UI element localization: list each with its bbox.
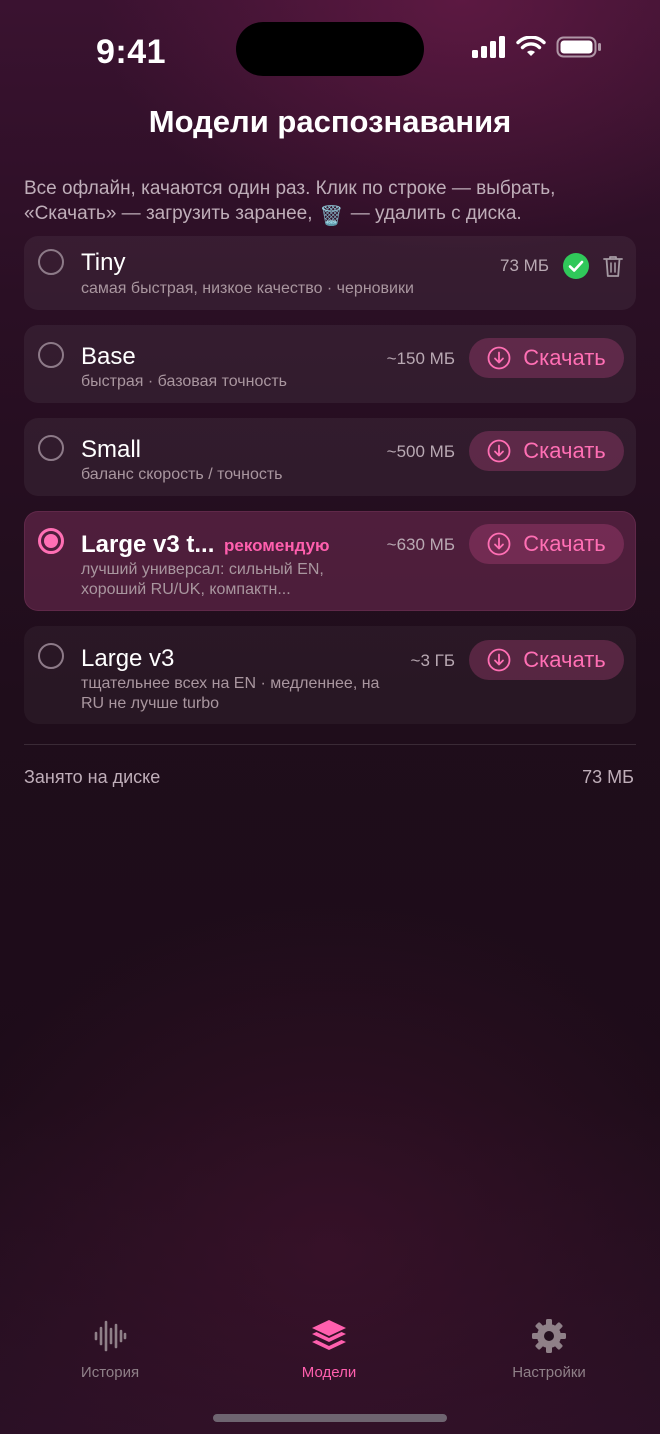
model-size: ~500 МБ [386, 442, 455, 461]
home-indicator [213, 1414, 447, 1422]
status-bar: 9:41 [0, 0, 660, 100]
download-icon [487, 648, 511, 672]
radio-base[interactable] [38, 342, 64, 368]
download-label: Скачать [523, 345, 606, 370]
model-size: 73 МБ [500, 256, 549, 275]
model-name: Large v3 t... [81, 531, 215, 558]
download-icon [487, 439, 511, 463]
dynamic-island [236, 22, 424, 76]
model-row-large-v3-turbo[interactable]: Large v3 t... рекомендую лучший универса… [24, 511, 636, 611]
divider [24, 744, 636, 745]
download-icon [487, 532, 511, 556]
download-label: Скачать [523, 647, 606, 672]
model-row-large-v3[interactable]: Large v3 тщательнее всех на EN · медленн… [24, 626, 636, 724]
model-name: Base [81, 343, 136, 370]
cellular-signal-icon [472, 36, 505, 58]
page-title: Модели распознавания [148, 104, 512, 139]
tab-label: История [80, 1364, 140, 1381]
model-size: ~630 МБ [386, 535, 455, 554]
intro-text-after: — удалить с диска. [350, 203, 522, 224]
wifi-icon [516, 36, 546, 56]
checkmark-circle-icon [563, 253, 589, 279]
model-desc: лучший универсал: сильный EN, хороший RU… [81, 561, 324, 598]
model-desc: баланс скорость / точность [81, 466, 283, 483]
disk-usage-label: Занято на диске [24, 767, 161, 787]
download-icon [487, 346, 511, 370]
download-button-base[interactable]: Скачать [469, 338, 624, 378]
model-name: Small [81, 436, 142, 463]
radio-small[interactable] [38, 435, 64, 461]
model-row-small[interactable]: Small баланс скорость / точность ~500 МБ… [24, 418, 636, 496]
radio-large-v3-turbo[interactable] [38, 528, 64, 554]
trash-emoji-icon: 🗑️ [319, 206, 344, 227]
tab-label: Модели [301, 1364, 357, 1381]
status-time: 9:41 [96, 33, 167, 71]
model-desc: самая быстрая, низкое качество · чернови… [81, 280, 414, 297]
model-row-tiny[interactable]: Tiny самая быстрая, низкое качество · че… [24, 236, 636, 310]
tab-history[interactable]: История [35, 1310, 185, 1381]
model-desc: быстрая · базовая точность [81, 373, 287, 390]
tab-models[interactable]: Модели [254, 1310, 404, 1381]
model-size: ~3 ГБ [410, 651, 455, 670]
tab-label: Настройки [512, 1364, 586, 1381]
download-button-large-v3-turbo[interactable]: Скачать [469, 524, 624, 564]
trash-icon[interactable] [602, 254, 624, 278]
model-name: Large v3 [81, 645, 175, 672]
layers-icon [312, 1320, 346, 1350]
download-label: Скачать [523, 438, 606, 463]
model-size: ~150 МБ [386, 349, 455, 368]
radio-tiny[interactable] [38, 249, 64, 275]
tab-settings[interactable]: Настройки [474, 1310, 624, 1381]
download-button-small[interactable]: Скачать [469, 431, 624, 471]
download-button-large-v3[interactable]: Скачать [469, 640, 624, 680]
battery-icon [556, 36, 601, 58]
intro-text: Все офлайн, качаются один раз. Клик по с… [24, 176, 624, 229]
disk-usage-value: 73 МБ [582, 767, 634, 787]
model-desc: тщательнее всех на EN · медленнее, на RU… [81, 675, 380, 712]
gear-icon [532, 1319, 566, 1353]
model-row-base[interactable]: Base быстрая · базовая точность ~150 МБ … [24, 325, 636, 403]
download-label: Скачать [523, 531, 606, 556]
status-icons [472, 36, 602, 58]
model-name: Tiny [81, 249, 126, 276]
radio-large-v3[interactable] [38, 643, 64, 669]
recommended-badge: рекомендую [224, 536, 330, 555]
waveform-icon [94, 1320, 127, 1352]
tab-bar: История Модели Настройки [0, 1310, 660, 1390]
